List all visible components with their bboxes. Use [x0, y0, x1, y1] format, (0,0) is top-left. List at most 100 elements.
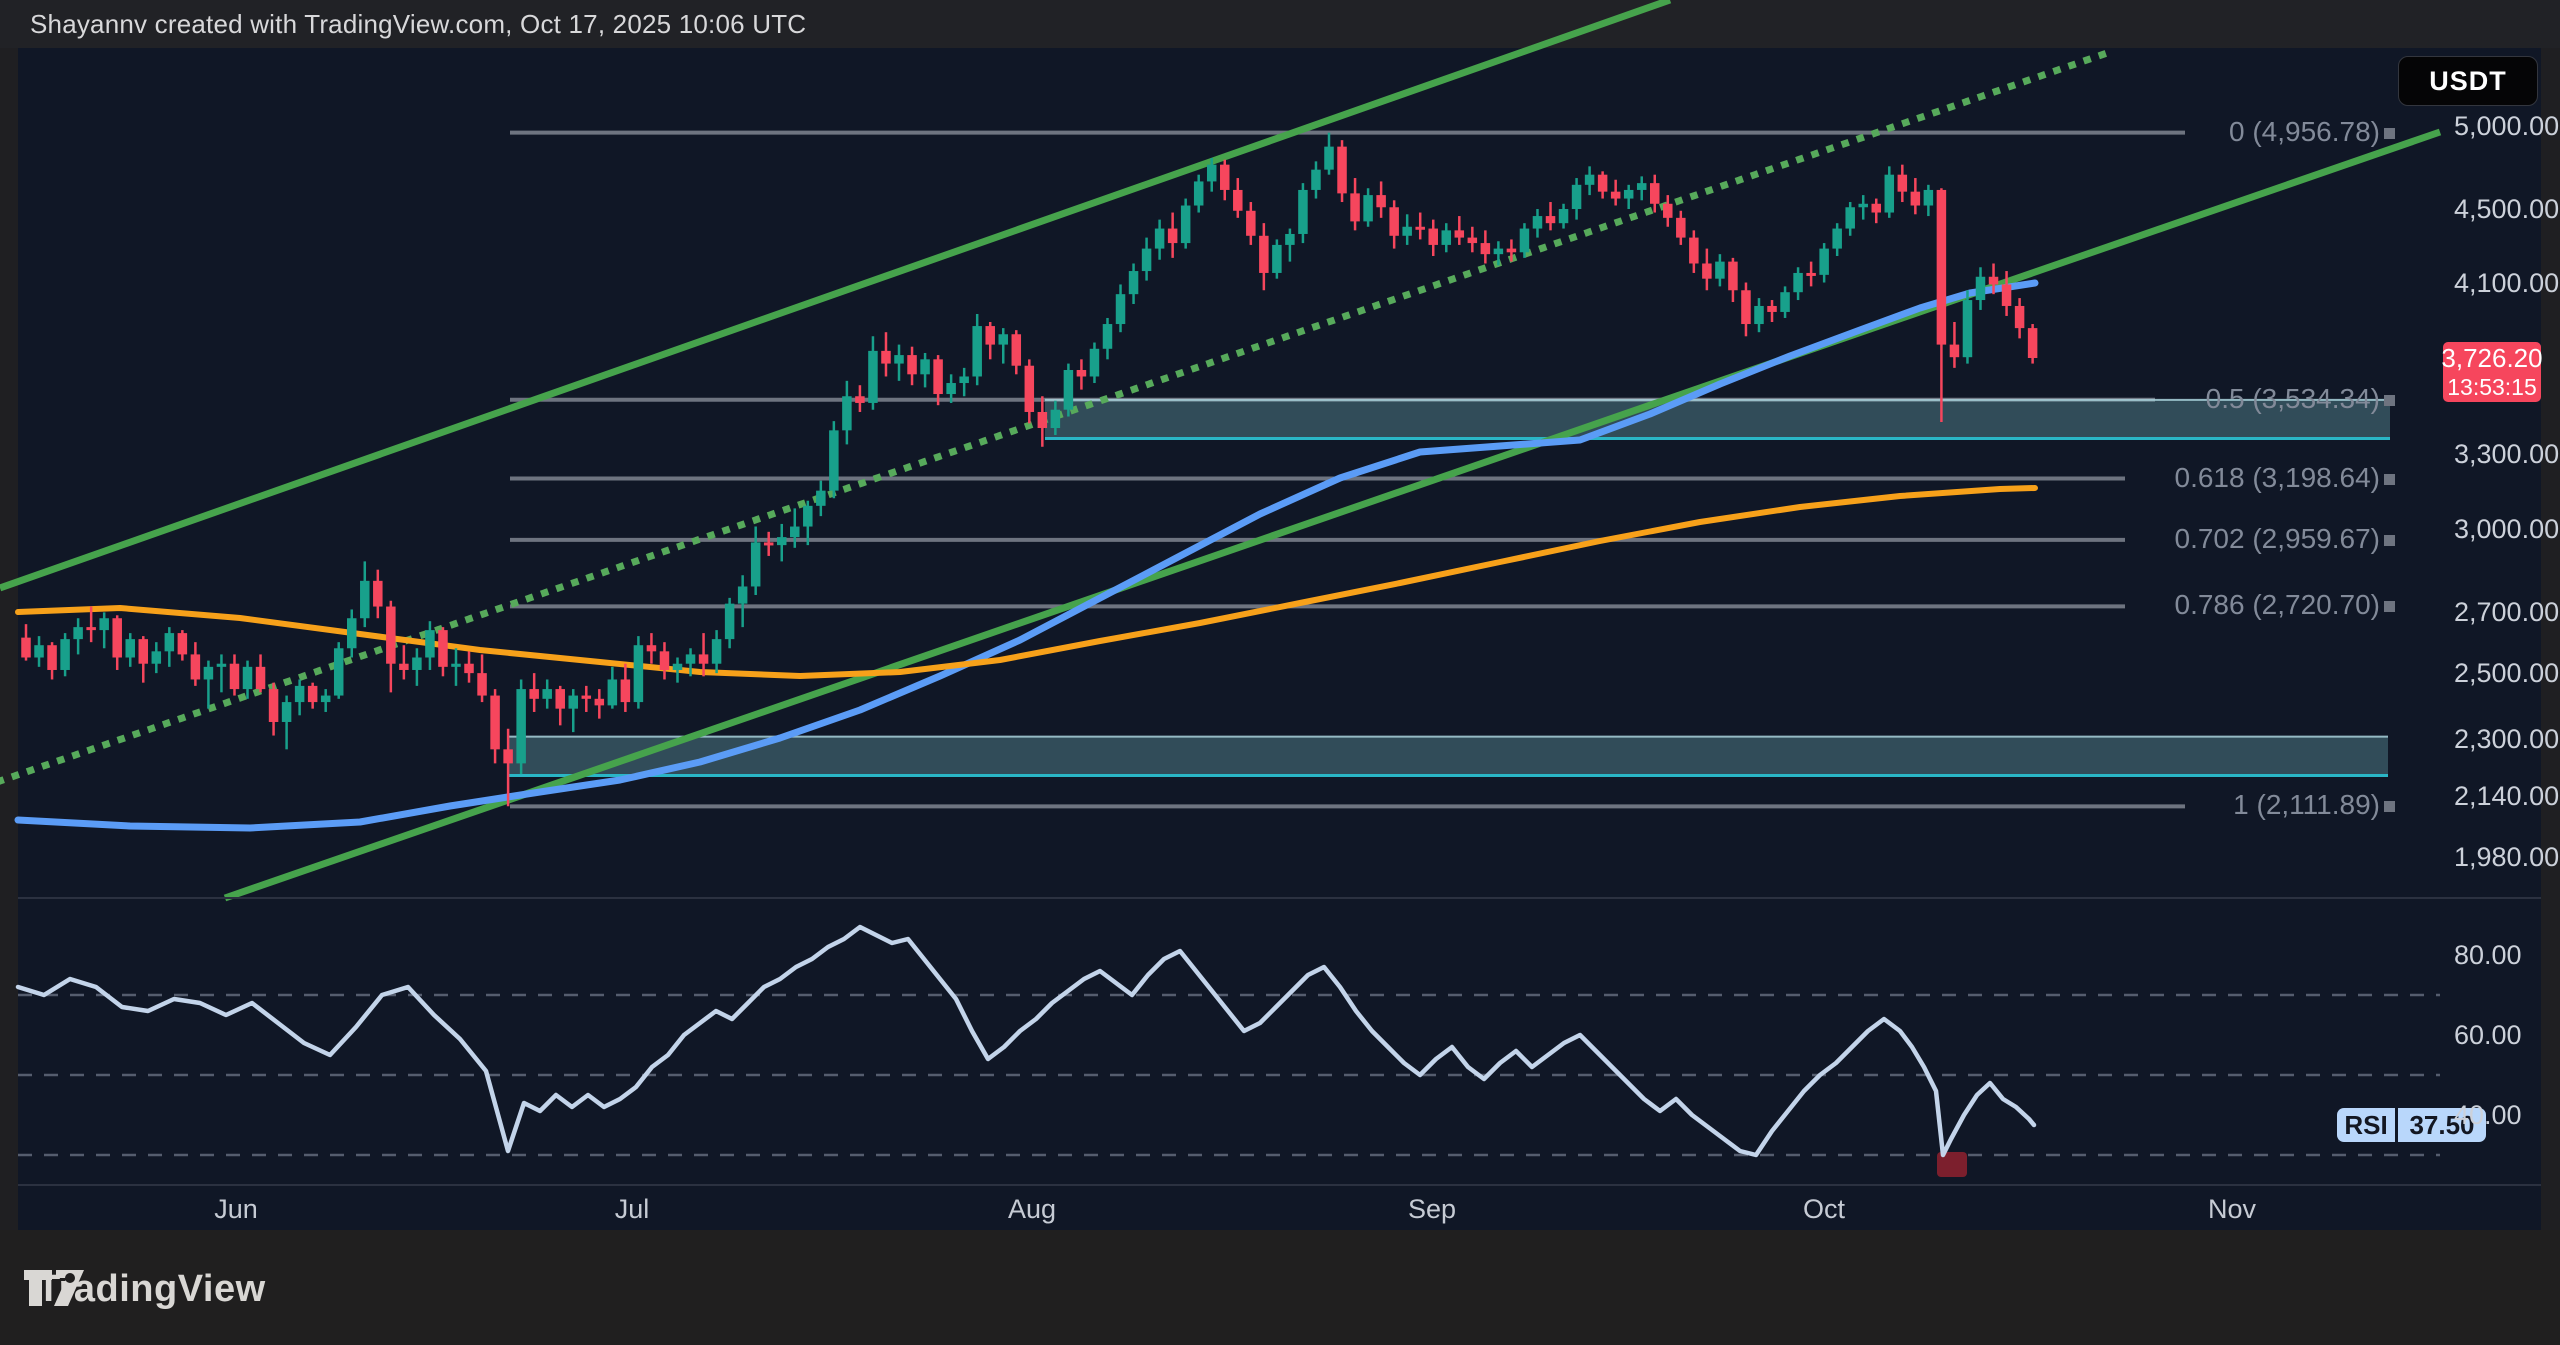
candle-body — [243, 667, 253, 689]
candle-body — [490, 696, 500, 750]
rsi-value-badge: RSI 37.50 — [2337, 1108, 2486, 1142]
candle-body — [1533, 216, 1543, 228]
candle-body — [1064, 370, 1074, 410]
candle-body — [1976, 277, 1986, 300]
candle-body — [946, 383, 956, 394]
candle-body — [191, 654, 201, 679]
candle-body — [959, 376, 969, 383]
candle-body — [764, 542, 774, 545]
rsi-value: 37.50 — [2398, 1108, 2486, 1142]
candle-body — [256, 667, 265, 689]
candle-body — [582, 696, 592, 699]
candle-body — [920, 359, 930, 374]
candle-body — [464, 664, 474, 673]
candle-body — [1298, 190, 1308, 234]
candle-body — [230, 664, 240, 689]
candle-body — [1546, 216, 1556, 223]
candle-body — [139, 639, 149, 664]
candle-body — [1181, 206, 1191, 244]
candle-body — [816, 491, 826, 506]
candle-body — [334, 648, 344, 695]
candle-body — [555, 689, 565, 709]
candle-body — [1233, 190, 1243, 211]
candle-body — [1963, 300, 1973, 357]
candle-body — [125, 639, 134, 657]
candle-body — [438, 630, 448, 667]
candle-body — [2015, 306, 2025, 328]
candle-body — [1598, 175, 1608, 192]
candle-body — [1585, 175, 1595, 185]
candle-body — [1285, 234, 1295, 245]
trendline-channel-lower — [225, 132, 2440, 898]
candle-body — [842, 396, 852, 430]
candle-body — [699, 654, 709, 663]
candle-body — [204, 667, 214, 680]
candle-body — [1116, 294, 1126, 324]
candle-body — [1337, 147, 1347, 194]
candle-body — [725, 604, 735, 639]
candle-body — [1012, 334, 1022, 365]
candle-body — [1676, 218, 1686, 238]
candle-body — [1428, 229, 1438, 245]
fib-label-marker — [2384, 128, 2395, 139]
fib-label-marker — [2384, 801, 2395, 812]
candle-body — [1754, 306, 1764, 324]
candle-body — [1885, 175, 1895, 213]
candle-body — [1025, 366, 1035, 412]
candle-body — [1637, 183, 1647, 190]
candle-body — [47, 645, 57, 670]
candle-body — [1780, 292, 1790, 312]
candle-body — [1950, 345, 1960, 358]
candle-body — [634, 645, 644, 702]
rsi-line — [18, 927, 2034, 1155]
candle-body — [1832, 229, 1842, 249]
tradingview-logo[interactable]: TradingView — [23, 1268, 266, 1311]
candle-body — [1272, 245, 1282, 273]
candle-body — [321, 696, 331, 703]
candle-body — [99, 618, 109, 630]
candle-body — [1455, 230, 1465, 237]
candle-body — [1898, 175, 1908, 192]
candle-body — [647, 645, 657, 651]
candle-body — [516, 689, 526, 763]
candle-body — [985, 326, 995, 345]
candle-body — [686, 654, 696, 663]
candle-body — [1650, 183, 1660, 204]
candle-body — [999, 334, 1009, 344]
support-zone — [507, 737, 2388, 776]
candle-body — [1220, 165, 1230, 190]
chart-canvas[interactable] — [0, 0, 2560, 1345]
candle-body — [673, 664, 683, 670]
fib-label-marker — [2384, 535, 2395, 546]
candle-body — [1129, 271, 1139, 294]
candle-body — [1363, 195, 1373, 221]
candle-body — [412, 657, 422, 669]
candle-body — [1168, 229, 1178, 244]
candle-body — [477, 673, 487, 695]
candle-body — [1090, 349, 1100, 377]
candle-body — [542, 689, 552, 699]
last-price-badge: 3,726.20 13:53:15 — [2443, 342, 2541, 402]
candle-body — [894, 355, 904, 363]
candle-body — [751, 542, 761, 586]
candle-body — [608, 679, 618, 705]
candle-body — [868, 351, 878, 403]
candle-body — [34, 645, 44, 657]
candle-body — [1689, 238, 1699, 264]
tradingview-mark-icon — [23, 1268, 85, 1308]
candle-body — [165, 633, 175, 651]
candle-body — [1559, 209, 1569, 223]
candle-body — [1624, 190, 1634, 199]
candle-body — [295, 686, 305, 702]
candle-body — [1376, 195, 1386, 207]
candle-body — [803, 506, 813, 527]
candle-body — [1924, 190, 1934, 206]
candle-body — [1715, 262, 1725, 279]
candle-body — [1142, 249, 1152, 271]
symbol-currency-pill[interactable]: USDT — [2398, 56, 2538, 106]
candle-body — [1793, 273, 1803, 292]
candle-body — [1481, 243, 1491, 254]
fib-label-marker — [2384, 395, 2395, 406]
chart-svg — [0, 0, 2560, 1345]
candle-body — [1663, 204, 1673, 218]
